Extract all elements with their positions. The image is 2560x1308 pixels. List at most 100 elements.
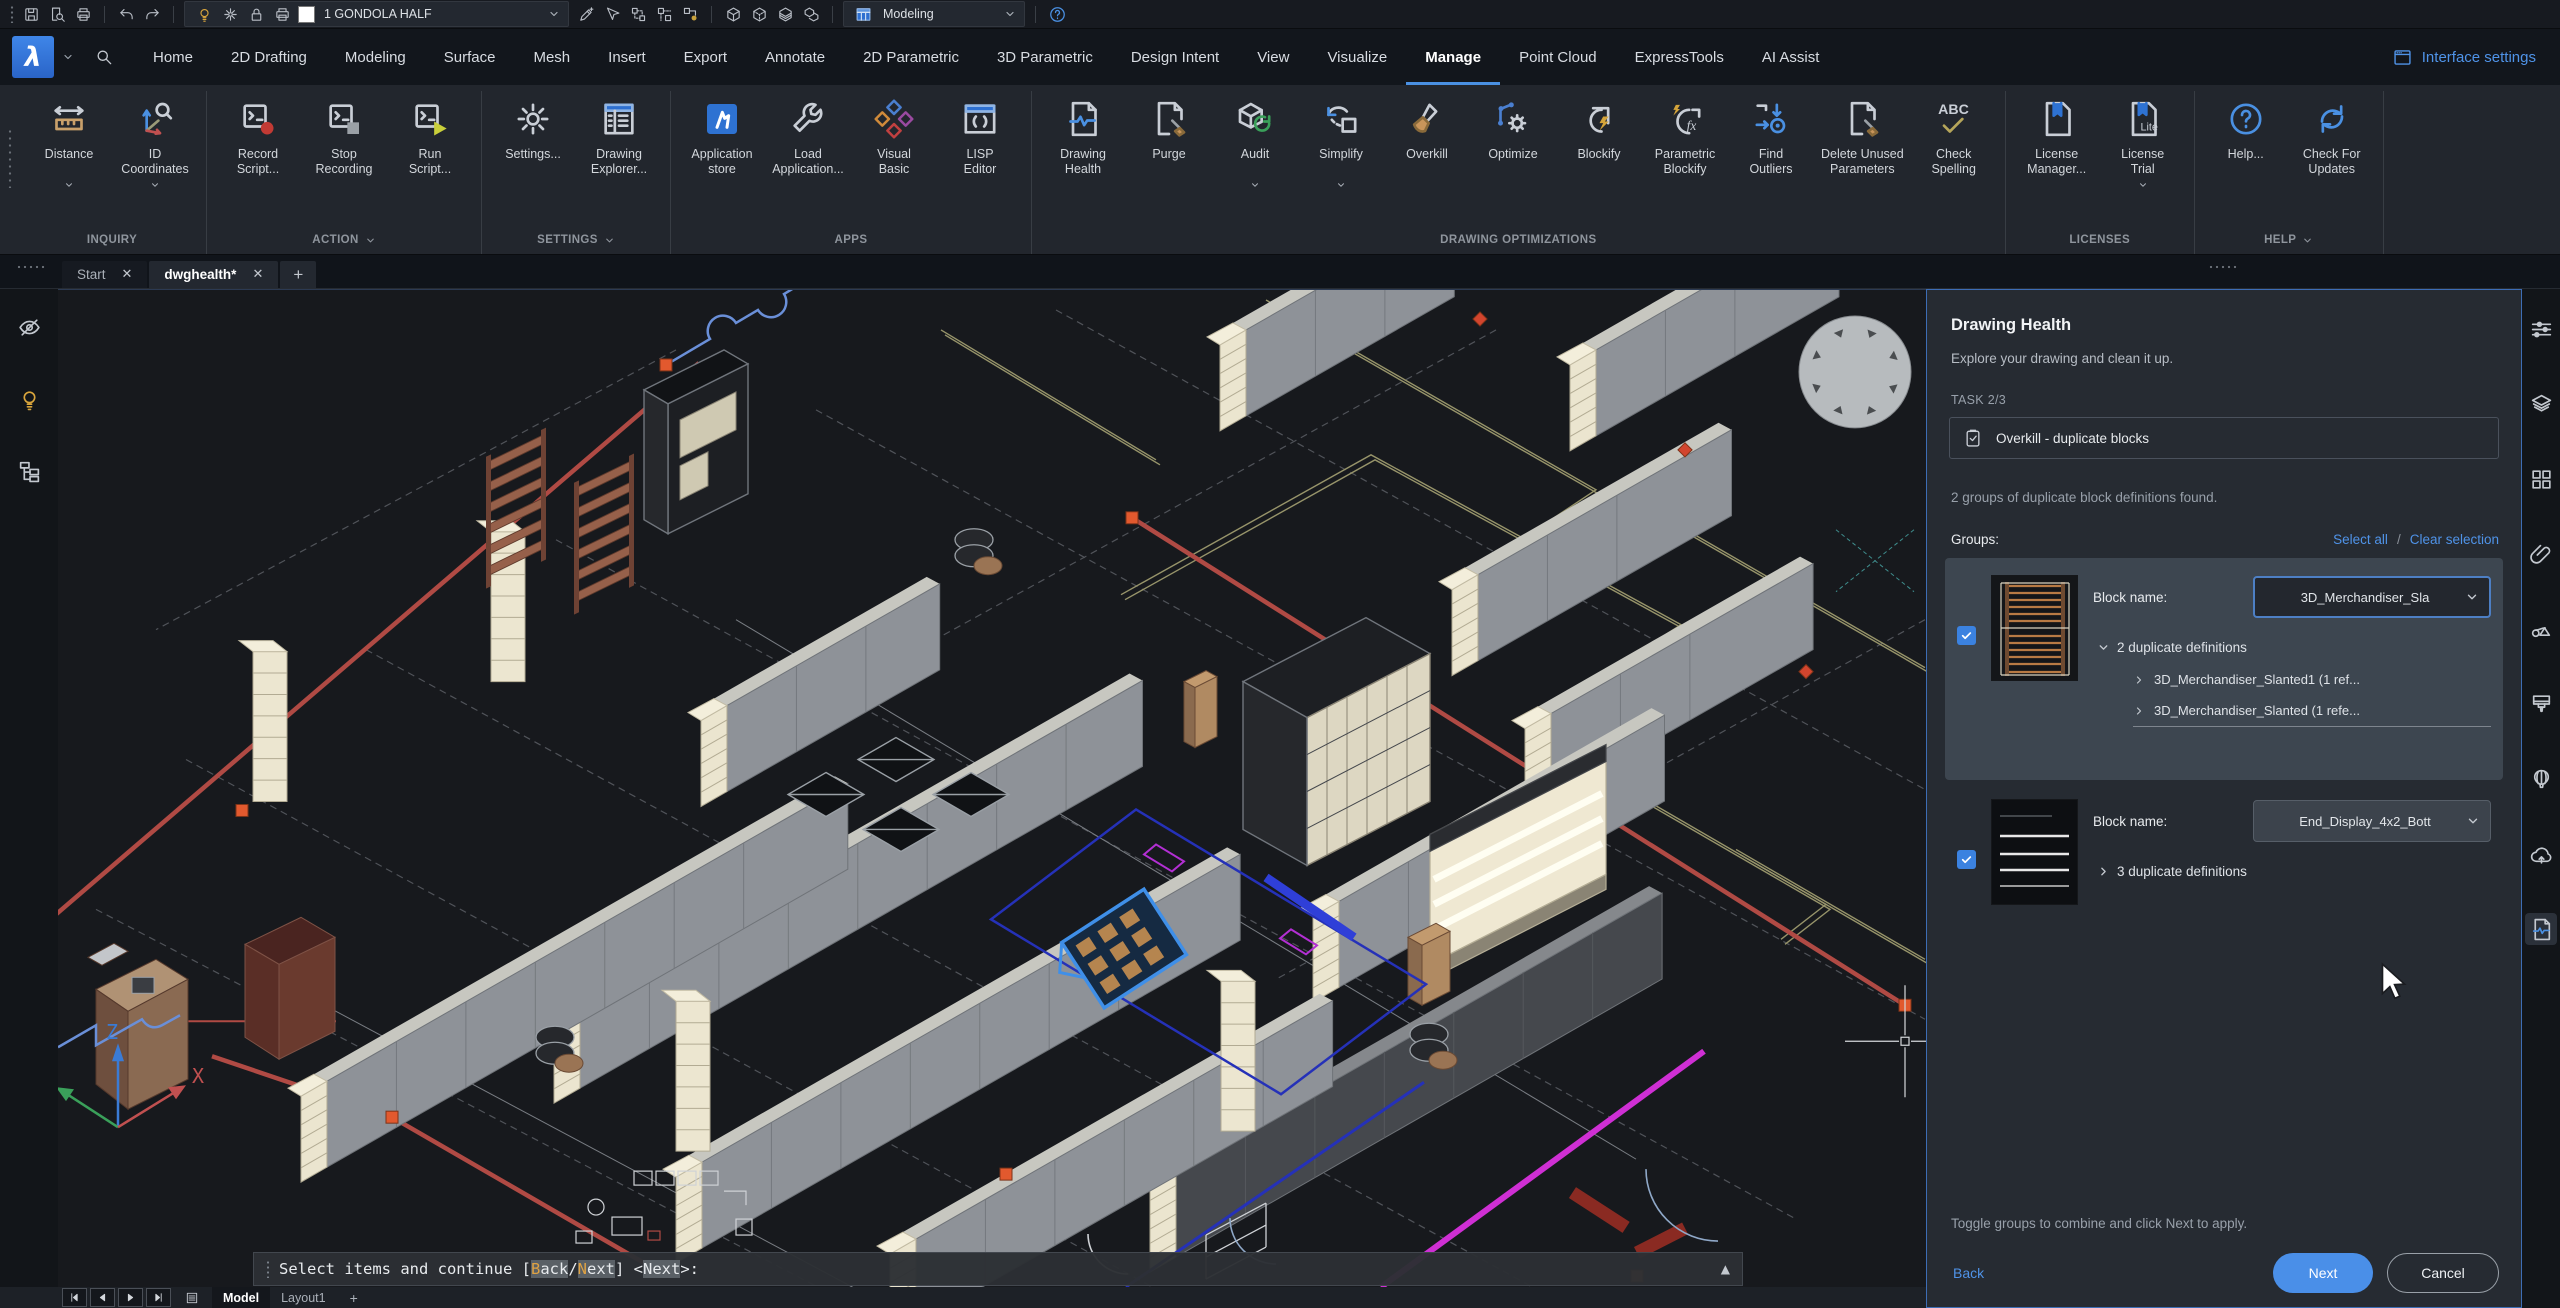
menu-tab[interactable]: AI Assist bbox=[1743, 29, 1839, 85]
chev-down-icon[interactable] bbox=[150, 177, 160, 190]
panel-grip[interactable] bbox=[16, 265, 46, 269]
document-tab[interactable]: dwghealth* ✕ bbox=[149, 261, 279, 288]
doc-pulse-icon[interactable] bbox=[2525, 913, 2557, 945]
ribbon-button[interactable]: ID Coordinates bbox=[112, 91, 198, 192]
expand-command-icon[interactable]: ▲ bbox=[1721, 1262, 1730, 1276]
menu-tab[interactable]: Mesh bbox=[514, 29, 589, 85]
layout-tab[interactable]: Model bbox=[212, 1287, 271, 1308]
node-grid-icon[interactable] bbox=[627, 3, 649, 25]
chev-down-icon[interactable] bbox=[2465, 590, 2479, 604]
duplicate-definitions-toggle[interactable]: 3 duplicate definitions bbox=[2097, 864, 2491, 879]
chev-down-icon[interactable] bbox=[1004, 8, 1016, 20]
ribbon-button[interactable]: Delete Unused Parameters bbox=[1814, 91, 1911, 179]
group-checkbox[interactable] bbox=[1957, 850, 1976, 869]
interface-settings-button[interactable]: Interface settings bbox=[2392, 47, 2544, 68]
search-icon[interactable] bbox=[94, 47, 114, 67]
ribbon-button[interactable]: Distance bbox=[26, 91, 112, 192]
ribbon-button[interactable]: Blockify bbox=[1556, 91, 1642, 179]
balloon-icon[interactable] bbox=[2525, 763, 2557, 795]
new-layout-button[interactable]: + bbox=[341, 1290, 367, 1306]
cube-hidden-icon[interactable] bbox=[748, 3, 770, 25]
materials-icon[interactable] bbox=[2525, 613, 2557, 645]
ribbon-button[interactable]: Drawing Health bbox=[1040, 91, 1126, 179]
ribbon-button[interactable]: Application store bbox=[679, 91, 765, 179]
nav-next-icon[interactable] bbox=[118, 1288, 143, 1307]
ribbon-button[interactable]: Lite License Trial bbox=[2100, 91, 2186, 192]
duplicate-definition-item[interactable]: 3D_Merchandiser_Slanted (1 refe... bbox=[2133, 695, 2491, 727]
ribbon-button[interactable]: Help... bbox=[2203, 91, 2289, 179]
back-button[interactable]: Back bbox=[1953, 1265, 1984, 1281]
menu-tab[interactable]: ExpressTools bbox=[1616, 29, 1743, 85]
cloud-up-icon[interactable] bbox=[2525, 838, 2557, 870]
ribbon-button[interactable]: License Manager... bbox=[2014, 91, 2100, 179]
ribbon-button[interactable]: fx Parametric Blockify bbox=[1642, 91, 1728, 179]
ribbon-button[interactable]: Settings... bbox=[490, 91, 576, 179]
menu-tab[interactable]: 2D Parametric bbox=[844, 29, 978, 85]
drawing-canvas[interactable]: Z Y X bbox=[58, 290, 1926, 1287]
ribbon-button[interactable]: Purge bbox=[1126, 91, 1212, 179]
toolbar-grip[interactable] bbox=[10, 5, 14, 23]
menu-tab[interactable]: Modeling bbox=[326, 29, 425, 85]
menu-tab[interactable]: Design Intent bbox=[1112, 29, 1238, 85]
ribbon-button[interactable]: Stop Recording bbox=[301, 91, 387, 179]
chev-down-icon[interactable] bbox=[64, 177, 74, 190]
new-tab-button[interactable]: + bbox=[280, 261, 317, 288]
viewport[interactable]: Z Y X Select items and continue [Back/Ne… bbox=[58, 289, 1926, 1287]
menu-tab[interactable]: Home bbox=[134, 29, 212, 85]
printer-icon[interactable] bbox=[271, 3, 293, 25]
workspace-switcher[interactable]: Modeling bbox=[843, 1, 1025, 27]
document-tab[interactable]: Start ✕ bbox=[62, 261, 148, 288]
layout-tab[interactable]: Layout1 bbox=[270, 1287, 336, 1308]
bulb-icon[interactable] bbox=[13, 383, 45, 415]
cursor-select-icon[interactable] bbox=[601, 3, 623, 25]
chev-down-icon[interactable] bbox=[2138, 177, 2148, 190]
clear-selection-link[interactable]: Clear selection bbox=[2410, 532, 2499, 547]
node-bulb-icon[interactable] bbox=[679, 3, 701, 25]
ribbon-button[interactable]: LISP Editor bbox=[937, 91, 1023, 179]
structure-icon[interactable] bbox=[13, 455, 45, 487]
close-tab-icon[interactable]: ✕ bbox=[122, 267, 133, 282]
floppy-icon[interactable] bbox=[20, 3, 42, 25]
app-logo[interactable]: λ bbox=[12, 36, 54, 78]
command-grip[interactable] bbox=[266, 1260, 270, 1278]
chev-down-icon[interactable] bbox=[2302, 235, 2313, 246]
command-line[interactable]: Select items and continue [Back/Next] <N… bbox=[253, 1252, 1743, 1286]
duplicate-group-card[interactable]: Block name: End_Display_4x2_Bott 3 dupli… bbox=[1945, 782, 2503, 918]
nav-first-icon[interactable] bbox=[62, 1288, 87, 1307]
group-checkbox[interactable] bbox=[1957, 626, 1976, 645]
chev-down-icon[interactable] bbox=[548, 8, 560, 20]
paperclip-icon[interactable] bbox=[2525, 538, 2557, 570]
chev-down-icon[interactable] bbox=[1250, 177, 1260, 190]
menu-tab[interactable]: Annotate bbox=[746, 29, 844, 85]
ribbon-button[interactable]: Record Script... bbox=[215, 91, 301, 179]
node-select-icon[interactable] bbox=[653, 3, 675, 25]
menu-tab[interactable]: Insert bbox=[589, 29, 665, 85]
color-swatch[interactable] bbox=[298, 5, 315, 23]
help-circle-icon[interactable] bbox=[1046, 3, 1068, 25]
block-name-dropdown[interactable]: End_Display_4x2_Bott bbox=[2253, 800, 2491, 842]
panel-grip-right[interactable] bbox=[2208, 265, 2238, 269]
hatch-icon[interactable] bbox=[2525, 688, 2557, 720]
next-button[interactable]: Next bbox=[2273, 1253, 2373, 1293]
menu-tab[interactable]: Visualize bbox=[1308, 29, 1406, 85]
ribbon-button[interactable]: Simplify bbox=[1298, 91, 1384, 192]
blocks-icon[interactable] bbox=[2525, 463, 2557, 495]
redo-icon[interactable] bbox=[141, 3, 163, 25]
ribbon-button[interactable]: Visual Basic bbox=[851, 91, 937, 179]
close-tab-icon[interactable]: ✕ bbox=[252, 267, 263, 282]
menu-tab[interactable]: Surface bbox=[425, 29, 515, 85]
cancel-button[interactable]: Cancel bbox=[2387, 1253, 2499, 1293]
block-name-dropdown[interactable]: 3D_Merchandiser_Sla bbox=[2253, 576, 2491, 618]
chev-down-icon[interactable] bbox=[2466, 814, 2480, 828]
menu-tab[interactable]: Manage bbox=[1406, 29, 1500, 85]
chev-down-icon[interactable] bbox=[604, 235, 615, 246]
eye-off-icon[interactable] bbox=[13, 311, 45, 343]
sliders-icon[interactable] bbox=[2525, 313, 2557, 345]
ribbon-button[interactable]: Check For Updates bbox=[2289, 91, 2375, 179]
menu-tab[interactable]: View bbox=[1238, 29, 1308, 85]
duplicate-definitions-toggle[interactable]: 2 duplicate definitions bbox=[2097, 640, 2491, 655]
nav-prev-icon[interactable] bbox=[90, 1288, 115, 1307]
menu-tab[interactable]: 2D Drafting bbox=[212, 29, 326, 85]
cube-stack-icon[interactable] bbox=[800, 3, 822, 25]
ribbon-button[interactable]: Run Script... bbox=[387, 91, 473, 179]
